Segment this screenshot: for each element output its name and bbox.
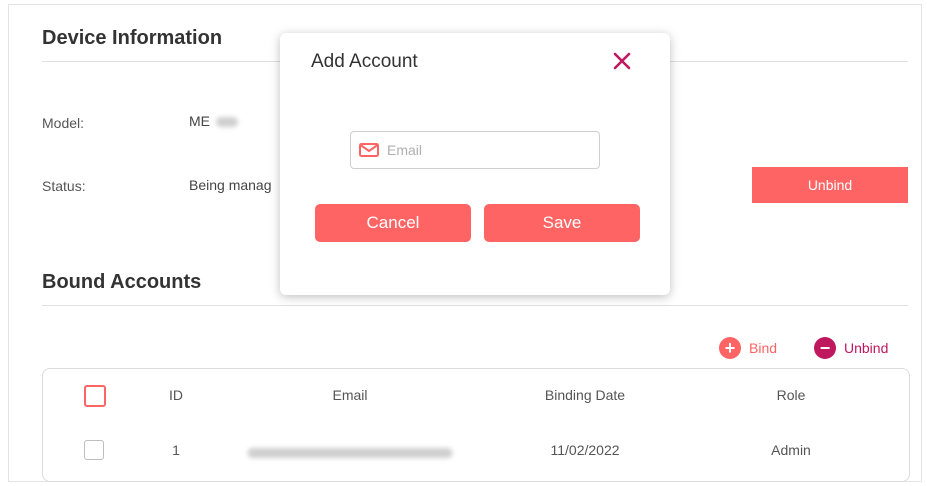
email-field[interactable] <box>350 131 600 169</box>
row-checkbox[interactable] <box>84 440 104 460</box>
bound-accounts-divider <box>42 305 908 306</box>
column-header-email: Email <box>332 387 368 403</box>
row-binding-date: 11/02/2022 <box>550 442 620 458</box>
model-value: ME <box>189 113 238 129</box>
modal-title: Add Account <box>311 51 418 72</box>
status-value: Being manag <box>189 177 272 193</box>
device-information-title: Device Information <box>42 27 223 49</box>
model-value-text: ME <box>189 113 210 129</box>
envelope-icon <box>359 143 379 157</box>
bound-accounts-title: Bound Accounts <box>42 271 202 293</box>
column-header-binding-date: Binding Date <box>544 387 626 403</box>
email-input[interactable] <box>385 141 589 159</box>
model-label: Model: <box>42 115 85 131</box>
row-email-redacted <box>247 444 453 460</box>
status-label: Status: <box>42 178 86 194</box>
unbind-accounts-button[interactable]: − Unbind <box>814 337 888 359</box>
model-value-redacted <box>215 117 238 128</box>
cancel-button[interactable]: Cancel <box>315 204 471 242</box>
minus-circle-icon: − <box>814 337 836 359</box>
row-role: Admin <box>771 442 811 458</box>
device-unbind-button[interactable]: Unbind <box>752 167 908 203</box>
column-header-id: ID <box>169 387 183 403</box>
bind-button[interactable]: + Bind <box>719 337 777 359</box>
plus-circle-icon: + <box>719 337 741 359</box>
email-redacted-blob <box>247 448 453 459</box>
column-header-role: Role <box>776 387 806 403</box>
unbind-label: Unbind <box>844 340 889 356</box>
select-all-checkbox[interactable] <box>84 385 106 407</box>
row-id: 1 <box>172 442 180 458</box>
add-account-modal: Add Account Cancel Save <box>280 33 670 295</box>
bind-label: Bind <box>749 340 778 356</box>
save-button[interactable]: Save <box>484 204 640 242</box>
close-icon[interactable] <box>612 51 632 71</box>
accounts-table: ID Email Binding Date Role 1 11/02/2022 … <box>42 368 910 482</box>
